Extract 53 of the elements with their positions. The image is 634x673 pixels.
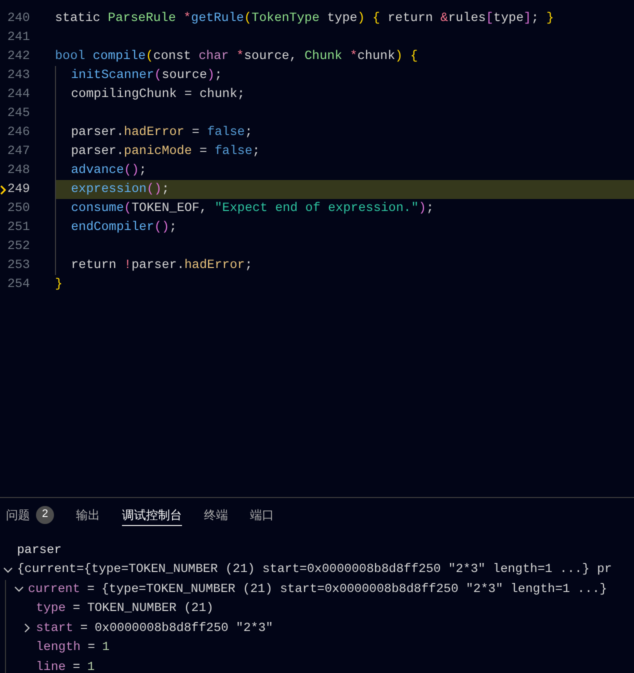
code-text: consume(TOKEN_EOF, "Expect end of expression."); bbox=[71, 200, 434, 218]
line-number: 242 bbox=[7, 48, 30, 66]
panel-tab[interactable]: 输出 bbox=[76, 504, 100, 526]
panel-tab[interactable]: 终端 bbox=[204, 504, 228, 526]
code-text: endCompiler(); bbox=[71, 219, 177, 236]
equals-sign: = bbox=[80, 620, 88, 637]
line-number: 245 bbox=[7, 105, 30, 122]
line-number: 240 bbox=[7, 10, 30, 28]
variable-value: TOKEN_NUMBER (21) bbox=[87, 600, 214, 618]
console-command-text: parser bbox=[17, 542, 62, 559]
panel-tab[interactable]: 问题 2 bbox=[6, 504, 54, 526]
line-number: 247 bbox=[7, 143, 30, 160]
panel-tab[interactable]: 调试控制台 bbox=[122, 504, 182, 526]
equals-sign: = bbox=[72, 600, 80, 618]
variable-name: start bbox=[36, 620, 74, 637]
variable-value: 1 bbox=[102, 639, 110, 656]
code-text: bool compile(const char *source, Chunk *chunk) { bbox=[55, 48, 418, 66]
variable-name: line bbox=[36, 658, 66, 673]
line-number: 248 bbox=[7, 162, 30, 180]
variable-value: {type=TOKEN_NUMBER (21) start=0x0000008b8d8ff250 "2*3" length=1 ...} bbox=[102, 580, 608, 598]
code-text: advance(); bbox=[71, 162, 147, 180]
line-number: 250 bbox=[7, 200, 30, 218]
line-number: 253 bbox=[7, 257, 30, 274]
variable-name: current bbox=[28, 580, 80, 598]
line-number: 252 bbox=[7, 238, 30, 256]
equals-sign: = bbox=[88, 639, 96, 656]
variable-value: {current={type=TOKEN_NUMBER (21) start=0x0000008b8d8ff250 "2*3" length=1 ...} pr bbox=[17, 561, 612, 578]
line-number: 254 bbox=[7, 276, 30, 294]
code-text: expression(); bbox=[71, 181, 170, 198]
line-number: 251 bbox=[7, 219, 30, 236]
chevron-down-icon[interactable] bbox=[14, 584, 24, 594]
line-number: 243 bbox=[7, 67, 30, 84]
line-number: 241 bbox=[7, 29, 30, 46]
code-text: parser.panicMode = false; bbox=[71, 143, 260, 160]
code-text: return !parser.hadError; bbox=[71, 257, 252, 274]
line-number: 249 bbox=[7, 181, 30, 198]
line-number: 246 bbox=[7, 124, 30, 142]
chevron-right-icon[interactable] bbox=[22, 623, 32, 634]
chevron-down-icon[interactable] bbox=[3, 564, 13, 575]
line-number: 244 bbox=[7, 86, 30, 104]
code-text: parser.hadError = false; bbox=[71, 124, 252, 142]
variable-name: type bbox=[36, 600, 66, 618]
panel-tab[interactable]: 端口 bbox=[250, 504, 274, 526]
code-text: static ParseRule *getRule(TokenType type) { return &rules[type]; } bbox=[55, 10, 554, 28]
variable-name: length bbox=[36, 639, 81, 656]
code-text: } bbox=[55, 276, 63, 294]
equals-sign: = bbox=[87, 580, 94, 598]
equals-sign: = bbox=[72, 658, 80, 673]
variable-value: 1 bbox=[87, 658, 95, 673]
code-text: compilingChunk = chunk; bbox=[71, 86, 245, 104]
variable-value: 0x0000008b8d8ff250 "2*3" bbox=[94, 620, 274, 637]
code-text: initScanner(source); bbox=[71, 67, 222, 84]
count-badge: 2 bbox=[36, 506, 54, 524]
